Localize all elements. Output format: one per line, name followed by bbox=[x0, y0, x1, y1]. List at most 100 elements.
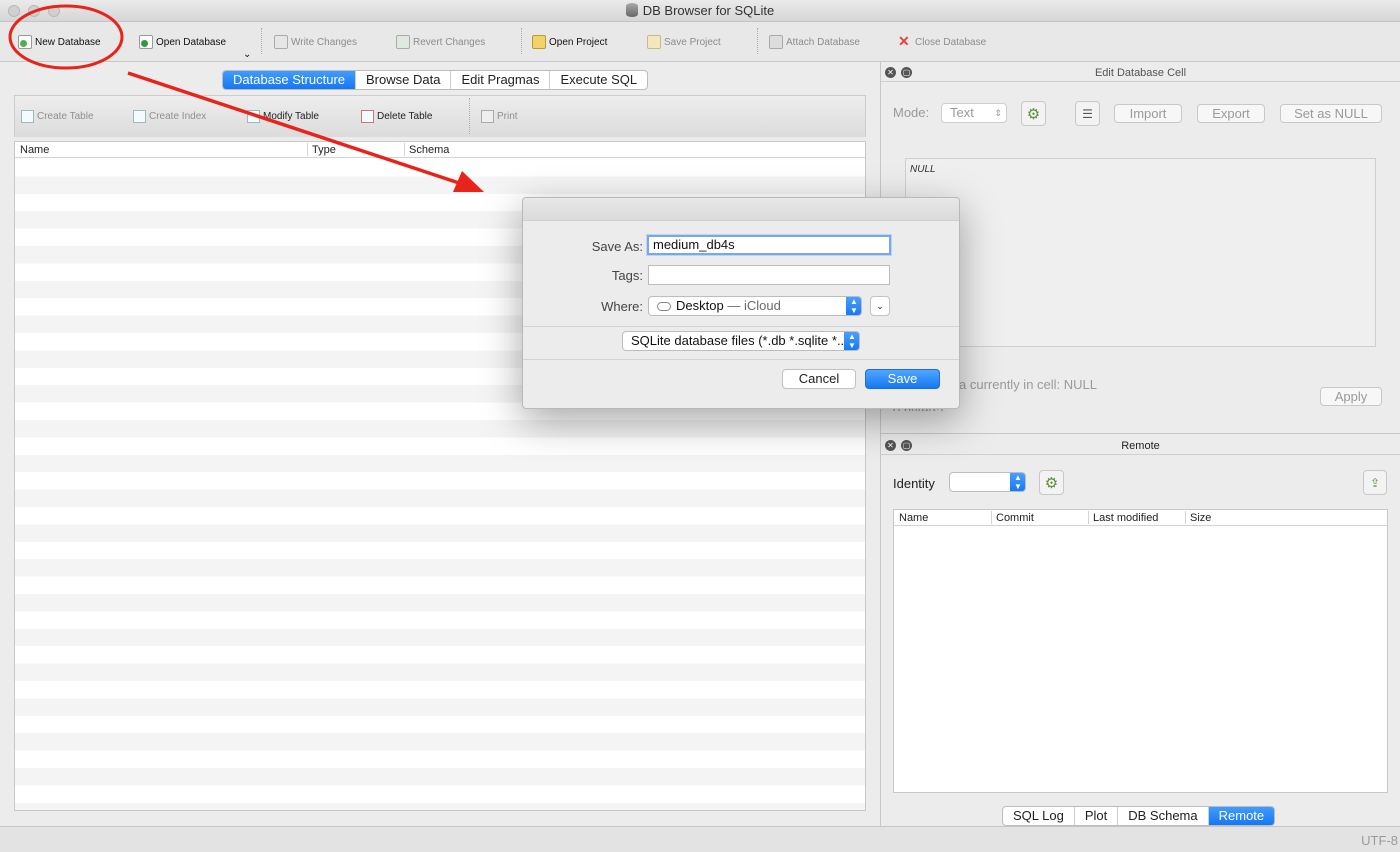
delete-table-label: Delete Table bbox=[377, 111, 433, 122]
open-project-button[interactable]: Open Project bbox=[532, 34, 607, 50]
column-header-size[interactable]: Size bbox=[1190, 512, 1211, 524]
print-label: Print bbox=[497, 111, 518, 122]
identity-settings-button[interactable]: ⚙ bbox=[1039, 470, 1064, 495]
attach-database-label: Attach Database bbox=[786, 36, 860, 48]
column-divider bbox=[404, 143, 405, 156]
toolbar-divider bbox=[261, 28, 262, 54]
float-dock-icon[interactable]: ▢ bbox=[901, 440, 912, 451]
cloud-icon bbox=[657, 302, 671, 311]
tags-input[interactable] bbox=[648, 265, 890, 285]
tab-edit-pragmas[interactable]: Edit Pragmas bbox=[451, 71, 551, 89]
dock-divider bbox=[881, 433, 1400, 434]
tab-sql-log[interactable]: SQL Log bbox=[1003, 807, 1075, 825]
tab-remote[interactable]: Remote bbox=[1208, 807, 1275, 825]
where-select[interactable]: Desktop — iCloud ▲ ▼ bbox=[648, 296, 862, 316]
revert-changes-label: Revert Changes bbox=[413, 36, 486, 48]
create-index-icon bbox=[133, 110, 146, 123]
chevron-down-icon: ⌄ bbox=[243, 48, 252, 60]
auto-format-button[interactable]: ⚙ bbox=[1021, 101, 1046, 126]
window-title: DB Browser for SQLite bbox=[0, 3, 1400, 18]
column-header-schema[interactable]: Schema bbox=[409, 144, 449, 156]
encoding-label: UTF-8 bbox=[1361, 833, 1398, 848]
stepper-icon: ⇕ bbox=[994, 108, 1002, 118]
chevron-updown-icon: ▲ ▼ bbox=[1010, 473, 1025, 491]
identity-label: Identity bbox=[893, 476, 935, 491]
attach-database-icon bbox=[769, 35, 783, 49]
create-table-icon bbox=[21, 110, 34, 123]
save-as-label: Save As: bbox=[591, 239, 643, 254]
print-button[interactable]: Print bbox=[481, 110, 518, 123]
remote-file-list[interactable]: Name Commit Last modified Size bbox=[893, 509, 1388, 793]
mode-select[interactable]: Text ⇕ bbox=[941, 103, 1007, 123]
status-bar: UTF-8 bbox=[0, 826, 1400, 852]
tab-db-schema[interactable]: DB Schema bbox=[1118, 807, 1209, 825]
close-database-button[interactable]: ✕ Close Database bbox=[898, 34, 986, 50]
save-button[interactable]: Save bbox=[865, 369, 940, 389]
word-wrap-button[interactable]: ☰ bbox=[1075, 101, 1100, 126]
create-index-button[interactable]: Create Index bbox=[133, 110, 206, 123]
column-header-last-modified[interactable]: Last modified bbox=[1093, 512, 1158, 524]
toolbar-divider bbox=[521, 28, 522, 54]
new-database-button[interactable]: New Database bbox=[18, 34, 101, 50]
file-type-select[interactable]: SQLite database files (*.db *.sqlite *..… bbox=[622, 331, 860, 351]
write-changes-button[interactable]: Write Changes bbox=[274, 34, 357, 50]
close-database-label: Close Database bbox=[915, 36, 987, 48]
null-placeholder: NULL bbox=[910, 164, 936, 175]
tab-execute-sql[interactable]: Execute SQL bbox=[550, 71, 647, 89]
create-table-button[interactable]: Create Table bbox=[21, 110, 94, 123]
open-project-icon bbox=[532, 35, 546, 49]
gear-icon: ⚙ bbox=[1044, 474, 1059, 492]
column-header-commit[interactable]: Commit bbox=[996, 512, 1034, 524]
mode-label: Mode: bbox=[893, 105, 930, 120]
modify-table-button[interactable]: Modify Table bbox=[247, 110, 319, 123]
close-dock-icon[interactable]: ✕ bbox=[885, 67, 896, 78]
set-null-button[interactable]: Set as NULL bbox=[1280, 104, 1382, 123]
attach-database-button[interactable]: Attach Database bbox=[769, 34, 860, 50]
bottom-dock-tabs: SQL Log Plot DB Schema Remote bbox=[1002, 806, 1276, 826]
structure-toolbar: Create Table Create Index Modify Table D… bbox=[14, 95, 866, 137]
column-header-name[interactable]: Name bbox=[20, 144, 49, 156]
revert-changes-button[interactable]: Revert Changes bbox=[396, 34, 485, 50]
gear-icon: ⚙ bbox=[1026, 105, 1041, 123]
file-type-value: SQLite database files (*.db *.sqlite *..… bbox=[631, 333, 848, 348]
cancel-button[interactable]: Cancel bbox=[782, 369, 856, 389]
column-header-type[interactable]: Type bbox=[312, 144, 336, 156]
main-toolbar: New Database Open Database ⌄ Write Chang… bbox=[0, 22, 1400, 62]
float-dock-icon[interactable]: ▢ bbox=[901, 67, 912, 78]
column-divider bbox=[307, 143, 308, 156]
save-project-button[interactable]: Save Project bbox=[647, 34, 721, 50]
save-as-input[interactable]: medium_db4s bbox=[647, 235, 891, 255]
toolbar-divider bbox=[757, 28, 758, 54]
tab-database-structure[interactable]: Database Structure bbox=[223, 71, 357, 89]
export-button[interactable]: Export bbox=[1197, 104, 1265, 123]
push-database-button[interactable]: ⇪ bbox=[1363, 470, 1387, 495]
column-divider bbox=[991, 511, 992, 524]
cell-editor[interactable]: NULL bbox=[905, 158, 1376, 347]
where-label: Where: bbox=[601, 299, 643, 314]
create-index-label: Create Index bbox=[149, 111, 207, 122]
title-bar: DB Browser for SQLite bbox=[0, 0, 1400, 22]
import-button[interactable]: Import bbox=[1114, 104, 1182, 123]
main-tabs: Database Structure Browse Data Edit Prag… bbox=[222, 70, 649, 90]
chevron-updown-icon: ▲ ▼ bbox=[844, 332, 859, 350]
delete-table-button[interactable]: Delete Table bbox=[361, 110, 432, 123]
column-divider bbox=[1185, 511, 1186, 524]
apply-button[interactable]: Apply bbox=[1320, 387, 1382, 406]
tab-plot[interactable]: Plot bbox=[1075, 807, 1119, 825]
open-database-button[interactable]: Open Database bbox=[139, 34, 226, 50]
open-database-dropdown[interactable]: ⌄ bbox=[243, 46, 251, 62]
revert-changes-icon bbox=[396, 35, 410, 49]
save-dialog: Save As: medium_db4s Tags: Where: Deskto… bbox=[522, 197, 960, 409]
remote-dock-header: ✕ ▢ Remote bbox=[881, 437, 1400, 455]
create-table-label: Create Table bbox=[37, 111, 94, 122]
expand-dialog-button[interactable]: ⌄ bbox=[870, 296, 890, 316]
push-icon: ⇪ bbox=[1369, 475, 1381, 490]
tab-browse-data[interactable]: Browse Data bbox=[356, 71, 452, 89]
open-project-label: Open Project bbox=[549, 36, 608, 48]
close-dock-icon[interactable]: ✕ bbox=[885, 440, 896, 451]
dialog-title-bar bbox=[523, 198, 959, 221]
identity-select[interactable]: ▲ ▼ bbox=[949, 472, 1026, 492]
write-changes-label: Write Changes bbox=[291, 36, 357, 48]
mode-value: Text bbox=[950, 105, 974, 120]
column-header-name[interactable]: Name bbox=[899, 512, 928, 524]
